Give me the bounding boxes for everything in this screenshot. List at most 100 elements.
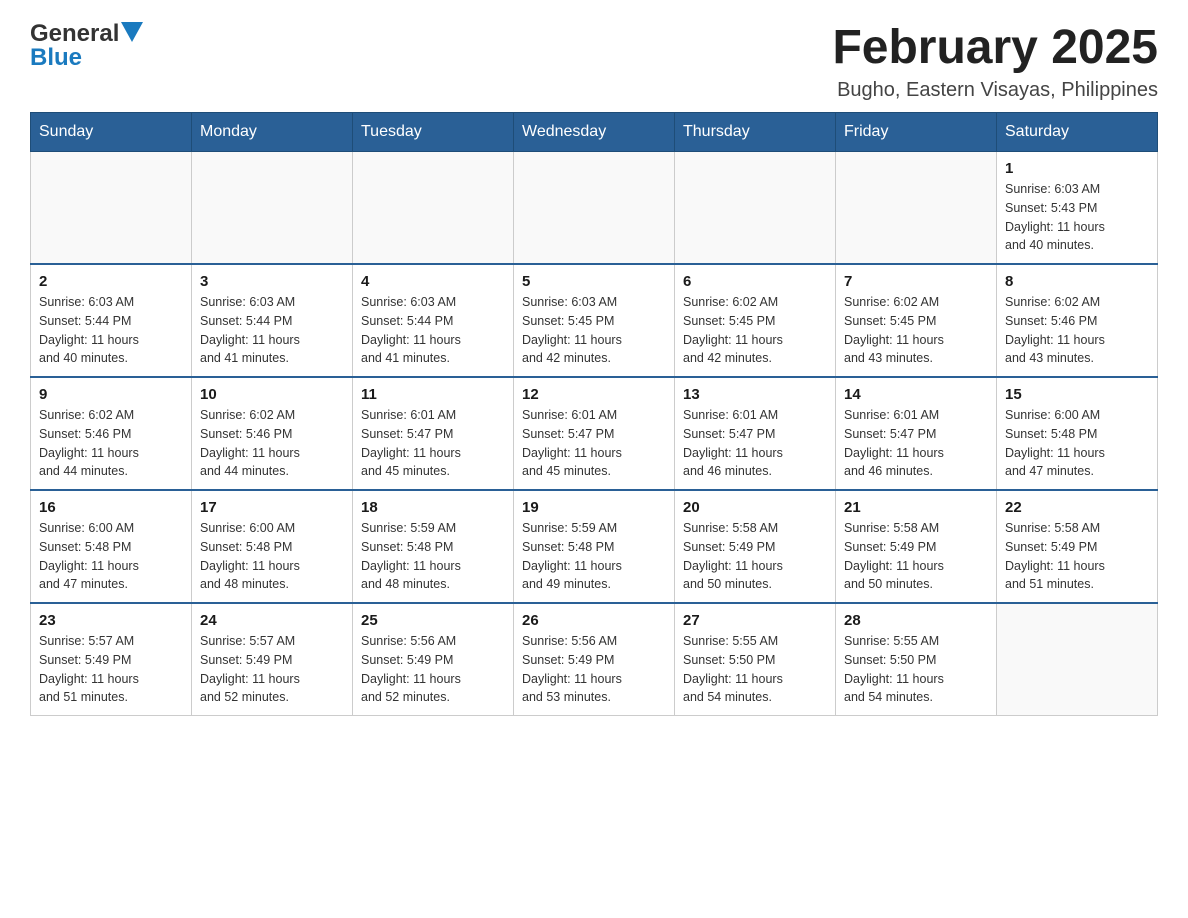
day-number: 15 [1005,386,1149,403]
day-info: Sunrise: 6:00 AMSunset: 5:48 PMDaylight:… [1005,406,1149,481]
weekday-header-tuesday: Tuesday [353,113,514,152]
day-number: 22 [1005,499,1149,516]
calendar-day-cell [353,152,514,265]
day-number: 13 [683,386,827,403]
day-info: Sunrise: 6:02 AMSunset: 5:45 PMDaylight:… [844,293,988,368]
day-number: 10 [200,386,344,403]
day-info: Sunrise: 6:03 AMSunset: 5:43 PMDaylight:… [1005,180,1149,255]
day-number: 12 [522,386,666,403]
weekday-header-thursday: Thursday [675,113,836,152]
calendar-day-cell: 15 Sunrise: 6:00 AMSunset: 5:48 PMDayligh… [997,377,1158,490]
calendar-day-cell: 3 Sunrise: 6:03 AMSunset: 5:44 PMDaylight… [192,264,353,377]
day-number: 27 [683,612,827,629]
calendar-day-cell: 10 Sunrise: 6:02 AMSunset: 5:46 PMDayligh… [192,377,353,490]
calendar-day-cell: 27 Sunrise: 5:55 AMSunset: 5:50 PMDayligh… [675,603,836,716]
day-info: Sunrise: 5:58 AMSunset: 5:49 PMDaylight:… [844,519,988,594]
day-info: Sunrise: 6:00 AMSunset: 5:48 PMDaylight:… [200,519,344,594]
day-number: 9 [39,386,183,403]
calendar-week-row: 16 Sunrise: 6:00 AMSunset: 5:48 PMDayligh… [31,490,1158,603]
day-info: Sunrise: 6:01 AMSunset: 5:47 PMDaylight:… [683,406,827,481]
calendar-day-cell: 12 Sunrise: 6:01 AMSunset: 5:47 PMDayligh… [514,377,675,490]
logo: General Blue [30,20,143,70]
day-number: 23 [39,612,183,629]
day-info: Sunrise: 6:03 AMSunset: 5:44 PMDaylight:… [39,293,183,368]
day-number: 16 [39,499,183,516]
day-number: 1 [1005,160,1149,177]
day-info: Sunrise: 5:59 AMSunset: 5:48 PMDaylight:… [522,519,666,594]
logo-blue-text: Blue [30,46,82,70]
day-info: Sunrise: 6:00 AMSunset: 5:48 PMDaylight:… [39,519,183,594]
day-info: Sunrise: 5:58 AMSunset: 5:49 PMDaylight:… [1005,519,1149,594]
day-info: Sunrise: 5:55 AMSunset: 5:50 PMDaylight:… [844,632,988,707]
calendar-day-cell: 11Sunrise: 6:01 AMSunset: 5:47 PMDayligh… [353,377,514,490]
calendar-day-cell: 2 Sunrise: 6:03 AMSunset: 5:44 PMDaylight… [31,264,192,377]
title-section: February 2025 Bugho, Eastern Visayas, Ph… [832,20,1158,102]
day-info: Sunrise: 5:59 AMSunset: 5:48 PMDaylight:… [361,519,505,594]
day-number: 17 [200,499,344,516]
calendar-day-cell: 23 Sunrise: 5:57 AMSunset: 5:49 PMDayligh… [31,603,192,716]
day-info: Sunrise: 5:56 AMSunset: 5:49 PMDaylight:… [361,632,505,707]
day-number: 20 [683,499,827,516]
calendar-day-cell: 22 Sunrise: 5:58 AMSunset: 5:49 PMDayligh… [997,490,1158,603]
weekday-header-monday: Monday [192,113,353,152]
day-number: 26 [522,612,666,629]
calendar-day-cell: 21Sunrise: 5:58 AMSunset: 5:49 PMDayligh… [836,490,997,603]
day-info: Sunrise: 5:55 AMSunset: 5:50 PMDaylight:… [683,632,827,707]
day-info: Sunrise: 6:02 AMSunset: 5:46 PMDaylight:… [1005,293,1149,368]
day-number: 24 [200,612,344,629]
calendar-day-cell: 7 Sunrise: 6:02 AMSunset: 5:45 PMDaylight… [836,264,997,377]
day-number: 18 [361,499,505,516]
day-info: Sunrise: 5:56 AMSunset: 5:49 PMDaylight:… [522,632,666,707]
day-number: 11 [361,386,505,403]
day-number: 6 [683,273,827,290]
calendar-day-cell: 24 Sunrise: 5:57 AMSunset: 5:49 PMDayligh… [192,603,353,716]
day-info: Sunrise: 6:03 AMSunset: 5:44 PMDaylight:… [361,293,505,368]
calendar-day-cell: 1 Sunrise: 6:03 AMSunset: 5:43 PMDaylight… [997,152,1158,265]
calendar-day-cell: 4 Sunrise: 6:03 AMSunset: 5:44 PMDaylight… [353,264,514,377]
day-info: Sunrise: 5:57 AMSunset: 5:49 PMDaylight:… [39,632,183,707]
calendar-week-row: 1 Sunrise: 6:03 AMSunset: 5:43 PMDaylight… [31,152,1158,265]
calendar-day-cell: 26 Sunrise: 5:56 AMSunset: 5:49 PMDayligh… [514,603,675,716]
calendar-day-cell [31,152,192,265]
calendar-week-row: 23 Sunrise: 5:57 AMSunset: 5:49 PMDayligh… [31,603,1158,716]
day-info: Sunrise: 6:02 AMSunset: 5:46 PMDaylight:… [200,406,344,481]
day-info: Sunrise: 5:57 AMSunset: 5:49 PMDaylight:… [200,632,344,707]
calendar-day-cell: 16 Sunrise: 6:00 AMSunset: 5:48 PMDayligh… [31,490,192,603]
calendar-day-cell: 18 Sunrise: 5:59 AMSunset: 5:48 PMDayligh… [353,490,514,603]
day-info: Sunrise: 6:01 AMSunset: 5:47 PMDaylight:… [522,406,666,481]
calendar-day-cell: 5 Sunrise: 6:03 AMSunset: 5:45 PMDaylight… [514,264,675,377]
calendar-day-cell: 17 Sunrise: 6:00 AMSunset: 5:48 PMDayligh… [192,490,353,603]
calendar-day-cell [514,152,675,265]
day-number: 4 [361,273,505,290]
day-number: 5 [522,273,666,290]
page-header: General Blue February 2025 Bugho, Easter… [30,20,1158,102]
calendar-day-cell: 6 Sunrise: 6:02 AMSunset: 5:45 PMDaylight… [675,264,836,377]
day-number: 8 [1005,273,1149,290]
weekday-header-wednesday: Wednesday [514,113,675,152]
day-info: Sunrise: 5:58 AMSunset: 5:49 PMDaylight:… [683,519,827,594]
day-number: 19 [522,499,666,516]
calendar-day-cell: 28 Sunrise: 5:55 AMSunset: 5:50 PMDayligh… [836,603,997,716]
day-number: 28 [844,612,988,629]
calendar-week-row: 9 Sunrise: 6:02 AMSunset: 5:46 PMDaylight… [31,377,1158,490]
calendar-header-row: SundayMondayTuesdayWednesdayThursdayFrid… [31,113,1158,152]
page-title: February 2025 [832,20,1158,75]
page-subtitle: Bugho, Eastern Visayas, Philippines [832,79,1158,102]
calendar-day-cell [675,152,836,265]
calendar-week-row: 2 Sunrise: 6:03 AMSunset: 5:44 PMDaylight… [31,264,1158,377]
day-number: 25 [361,612,505,629]
day-number: 2 [39,273,183,290]
day-info: Sunrise: 6:02 AMSunset: 5:45 PMDaylight:… [683,293,827,368]
calendar-table: SundayMondayTuesdayWednesdayThursdayFrid… [30,112,1158,716]
day-number: 7 [844,273,988,290]
calendar-day-cell: 13 Sunrise: 6:01 AMSunset: 5:47 PMDayligh… [675,377,836,490]
day-number: 3 [200,273,344,290]
day-number: 14 [844,386,988,403]
calendar-day-cell: 20 Sunrise: 5:58 AMSunset: 5:49 PMDayligh… [675,490,836,603]
day-info: Sunrise: 6:03 AMSunset: 5:45 PMDaylight:… [522,293,666,368]
calendar-day-cell [192,152,353,265]
day-info: Sunrise: 6:02 AMSunset: 5:46 PMDaylight:… [39,406,183,481]
calendar-day-cell [997,603,1158,716]
calendar-day-cell: 9 Sunrise: 6:02 AMSunset: 5:46 PMDaylight… [31,377,192,490]
day-info: Sunrise: 6:03 AMSunset: 5:44 PMDaylight:… [200,293,344,368]
